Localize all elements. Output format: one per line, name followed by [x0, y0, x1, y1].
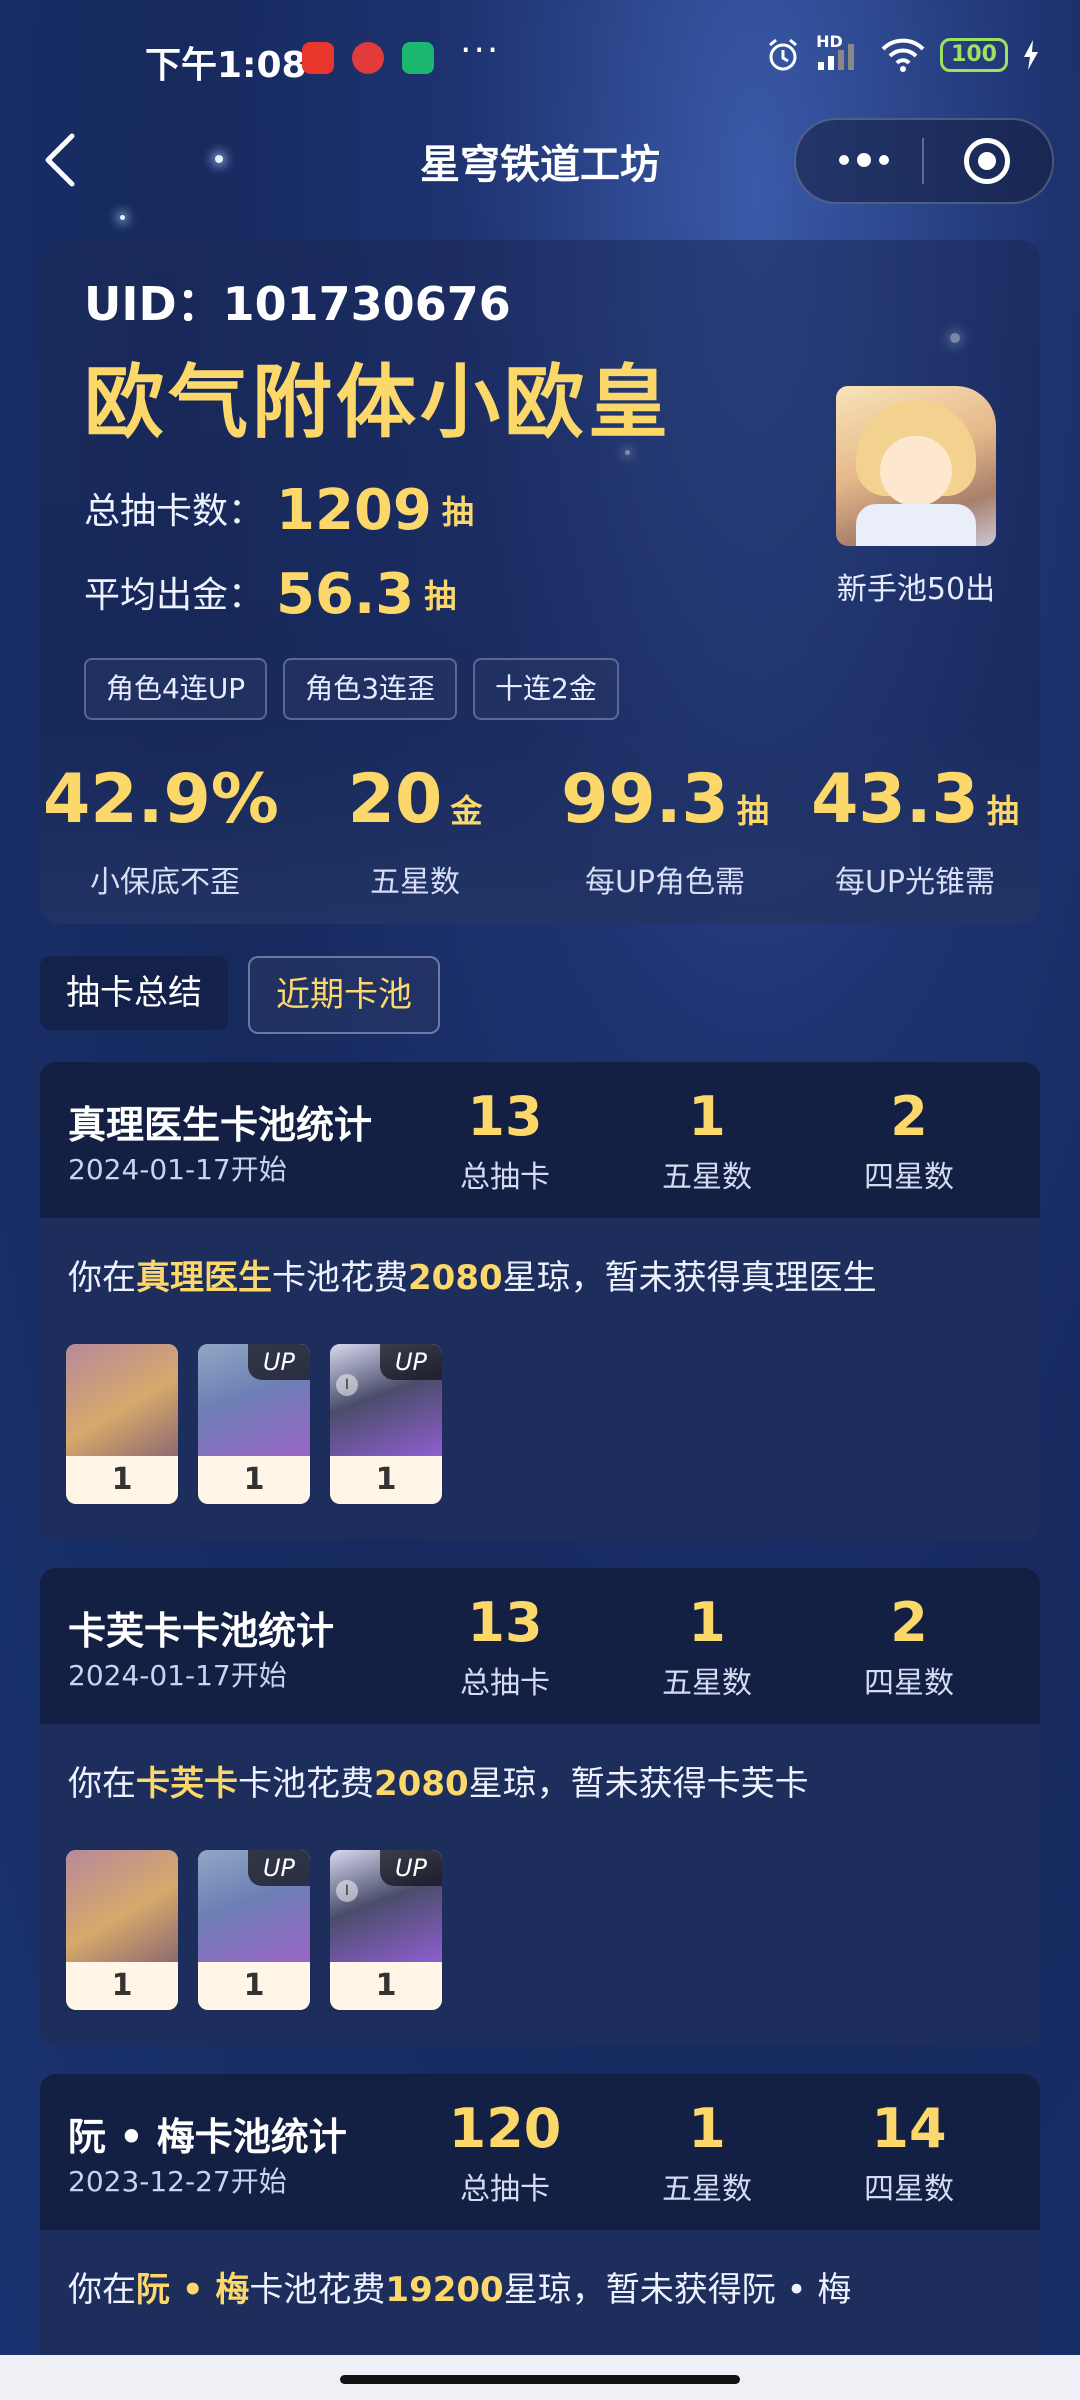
up-badge: UP — [248, 1344, 310, 1380]
uid-text: UID：101730676 — [84, 277, 511, 331]
pulled-characters: 1 UP 1 I UP 1 — [66, 1850, 442, 2010]
stat-unit: 抽 — [986, 792, 1019, 830]
total-pulls-row: 总抽卡数： 1209 抽 — [84, 478, 474, 543]
more-menu-icon[interactable] — [826, 138, 902, 182]
wifi-icon — [881, 38, 925, 72]
summary-stats: 42.9% 小保底不歪 20 金 五星数 99.3 抽 每UP角色需 43.3 抽 每… — [40, 758, 1040, 908]
pool-summary-text: 你在阮 • 梅卡池花费19200星琼，暂未获得阮 • 梅 — [68, 2270, 852, 2310]
status-bar: 下午1:08 ··· HD 100 — [0, 0, 1080, 120]
pool-header: 真理医生卡池统计 2024-01-17开始 13 总抽卡 1 五星数 2 四星数 — [40, 1062, 1040, 1218]
character-avatar — [836, 386, 996, 546]
average-gold-label: 平均出金： — [84, 575, 265, 616]
pool-card[interactable]: 阮 • 梅卡池统计 2023-12-27开始 120 总抽卡 1 五星数 14 四星数… — [40, 2074, 1040, 2394]
tab-bar: 抽卡总结 近期卡池 — [40, 956, 440, 1034]
capsule-divider — [922, 138, 924, 184]
total-pulls-unit: 抽 — [441, 493, 474, 531]
pool-total-pulls: 13 总抽卡 — [460, 1085, 550, 1196]
alarm-icon — [769, 38, 798, 71]
character-count: 1 — [243, 1968, 265, 2003]
eidolon-icon: I — [336, 1374, 358, 1396]
close-miniprogram-icon[interactable] — [964, 138, 1010, 184]
stat-item: 20 金 五星数 — [290, 758, 540, 908]
pool-summary-text: 你在真理医生卡池花费2080星琼，暂未获得真理医生 — [68, 1258, 877, 1298]
pool-card[interactable]: 卡芙卡卡池统计 2024-01-17开始 13 总抽卡 1 五星数 2 四星数 你在卡… — [40, 1568, 1040, 2046]
pool-start-date: 2024-01-17开始 — [68, 1153, 287, 1186]
stat-label: 每UP角色需 — [584, 865, 746, 900]
shield-app-icon — [402, 42, 434, 74]
stat-value: 99.3 — [561, 760, 729, 839]
up-badge: UP — [248, 1850, 310, 1886]
more-notifications-icon: ··· — [460, 30, 501, 71]
pool-five-star-count: 1 五星数 — [662, 1591, 752, 1702]
character-card[interactable]: UP 1 — [198, 1344, 310, 1504]
pool-total-pulls: 13 总抽卡 — [460, 1591, 550, 1702]
character-card[interactable]: 1 — [66, 1344, 178, 1504]
pool-start-date: 2024-01-17开始 — [68, 1659, 287, 1692]
battery-indicator: 100 — [940, 38, 1008, 72]
pool-card[interactable]: 真理医生卡池统计 2024-01-17开始 13 总抽卡 1 五星数 2 四星数 你在… — [40, 1062, 1040, 1540]
character-card[interactable]: 1 — [66, 1850, 178, 2010]
profile-card: UID：101730676 欧气附体小欧皇 总抽卡数： 1209 抽 平均出金： 56… — [40, 240, 1040, 924]
up-badge: UP — [380, 1344, 442, 1380]
stat-item: 42.9% 小保底不歪 — [40, 758, 290, 908]
pool-name: 卡芙卡卡池统计 — [68, 1609, 335, 1653]
pulled-characters: 1 UP 1 I UP 1 — [66, 1344, 442, 1504]
achievement-tag: 十连2金 — [473, 658, 619, 720]
avatar-caption: 新手池50出 — [836, 572, 996, 607]
average-gold-value: 56.3 — [276, 562, 415, 627]
taobao-icon — [302, 42, 334, 74]
average-gold-row: 平均出金： 56.3 抽 — [84, 562, 456, 627]
character-count: 1 — [111, 1462, 133, 1497]
total-pulls-label: 总抽卡数： — [84, 491, 265, 532]
stat-item: 99.3 抽 每UP角色需 — [540, 758, 790, 908]
home-indicator[interactable] — [340, 2375, 740, 2384]
stat-value: 20 — [347, 760, 443, 839]
character-count: 1 — [375, 1968, 397, 2003]
stat-item: 43.3 抽 每UP光锥需 — [790, 758, 1040, 908]
achievement-tag: 角色3连歪 — [283, 658, 458, 720]
stat-value: 42.9% — [43, 760, 279, 839]
pool-name: 阮 • 梅卡池统计 — [68, 2115, 347, 2159]
character-card[interactable]: UP 1 — [198, 1850, 310, 2010]
total-pulls-value: 1209 — [276, 478, 432, 543]
pool-four-star-count: 2 四星数 — [864, 1591, 954, 1702]
up-badge: UP — [380, 1850, 442, 1886]
stat-unit: 金 — [450, 792, 483, 830]
character-card[interactable]: I UP 1 — [330, 1344, 442, 1504]
character-count: 1 — [243, 1462, 265, 1497]
pool-five-star-count: 1 五星数 — [662, 1085, 752, 1196]
achievement-tag: 角色4连UP — [84, 658, 268, 720]
background-star — [120, 215, 125, 220]
achievement-tags: 角色4连UP 角色3连歪 十连2金 — [84, 658, 619, 720]
eidolon-icon: I — [336, 1880, 358, 1902]
luck-title: 欧气附体小欧皇 — [84, 356, 672, 449]
pool-four-star-count: 2 四星数 — [864, 1085, 954, 1196]
stat-label: 五星数 — [370, 865, 460, 900]
character-card[interactable]: I UP 1 — [330, 1850, 442, 2010]
pool-name: 真理医生卡池统计 — [68, 1103, 373, 1147]
status-time: 下午1:08 — [145, 45, 307, 86]
pool-header: 阮 • 梅卡池统计 2023-12-27开始 120 总抽卡 1 五星数 14 四星数 — [40, 2074, 1040, 2230]
character-count: 1 — [111, 1968, 133, 2003]
pool-four-star-count: 14 四星数 — [864, 2097, 954, 2208]
tab-summary[interactable]: 抽卡总结 — [40, 956, 228, 1030]
character-count: 1 — [375, 1462, 397, 1497]
stat-label: 小保底不歪 — [90, 865, 240, 900]
pdd-icon — [352, 42, 384, 74]
pool-five-star-count: 1 五星数 — [662, 2097, 752, 2208]
status-right: HD 100 — [764, 32, 1040, 74]
pool-summary-text: 你在卡芙卡卡池花费2080星琼，暂未获得卡芙卡 — [68, 1764, 809, 1804]
stat-unit: 抽 — [736, 792, 769, 830]
stat-label: 每UP光锥需 — [834, 865, 996, 900]
tab-recent-pools[interactable]: 近期卡池 — [248, 956, 440, 1034]
miniprogram-capsule — [794, 118, 1054, 204]
pool-total-pulls: 120 总抽卡 — [448, 2097, 562, 2208]
signal-icon: HD — [816, 32, 866, 72]
stat-value: 43.3 — [811, 760, 979, 839]
average-gold-unit: 抽 — [424, 577, 457, 615]
navigation-bar: 星穹铁道工坊 — [0, 118, 1080, 210]
charging-icon — [1024, 40, 1038, 70]
pool-header: 卡芙卡卡池统计 2024-01-17开始 13 总抽卡 1 五星数 2 四星数 — [40, 1568, 1040, 1724]
pool-start-date: 2023-12-27开始 — [68, 2165, 287, 2198]
